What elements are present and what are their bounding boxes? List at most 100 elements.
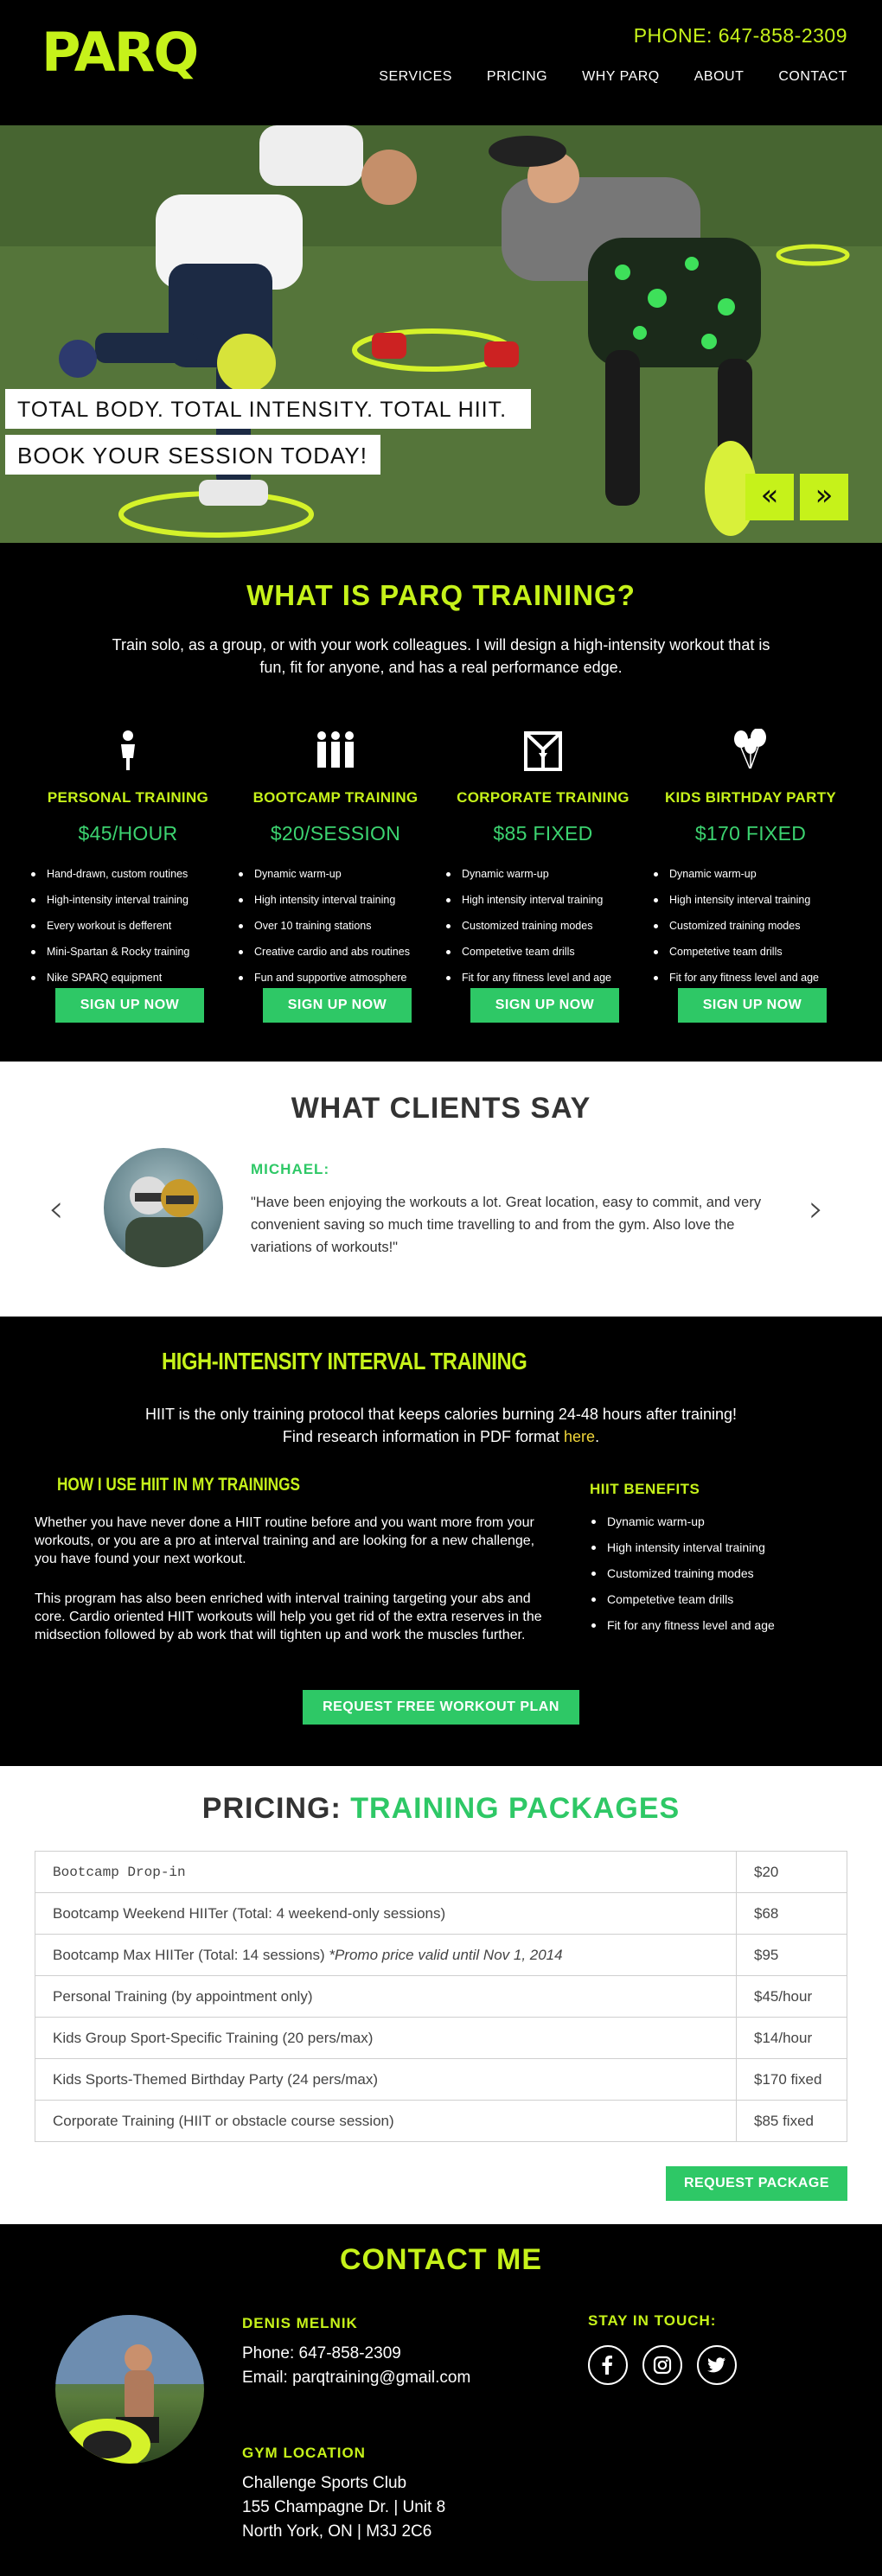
card-price: $170 FIXED (694, 822, 807, 845)
intro-line: HIIT is the only training protocol that … (144, 1406, 738, 1423)
list-item: Dynamic warm-up (590, 1508, 775, 1534)
hero-cta[interactable]: BOOK YOUR SESSION TODAY! (5, 435, 380, 475)
person-icon (24, 711, 232, 772)
list-item: High intensity interval training (446, 887, 647, 913)
group-icon (232, 711, 439, 772)
service-card-corporate: CORPORATE TRAINING $85 FIXED Dynamic war… (439, 711, 647, 1023)
list-item: Competetive team drills (446, 939, 647, 965)
client-name: MICHAEL: (251, 1161, 330, 1177)
request-workout-plan-button[interactable]: REQUEST FREE WORKOUT PLAN (303, 1690, 579, 1725)
parq-logo[interactable]: PARQ (42, 26, 199, 80)
list-item: High intensity interval training (654, 887, 854, 913)
trainer-name: DENIS MELNIK (242, 2315, 358, 2331)
slider-prev-button[interactable]: « (745, 474, 794, 520)
section-title: HIGH-INTENSITY INTERVAL TRAINING (162, 1348, 527, 1374)
table-row: Kids Sports-Themed Birthday Party (24 pe… (35, 2058, 847, 2101)
package-price: $14/hour (736, 2017, 847, 2059)
testimonials-section: WHAT CLIENTS SAY ‹ MICHAEL: "Have been e… (0, 1062, 882, 1317)
list-item: Competetive team drills (590, 1586, 775, 1612)
list-item: Creative cardio and abs routines (239, 939, 439, 965)
nav-contact[interactable]: CONTACT (778, 69, 847, 85)
package-name: Personal Training (by appointment only) (35, 1975, 737, 2018)
contact-section: CONTACT ME DENIS MELNIK Phone: 647-858-2… (0, 2224, 882, 2576)
intro-line: Find research information in PDF format … (86, 1425, 796, 1448)
table-row: Personal Training (by appointment only) $… (35, 1975, 847, 2018)
section-intro: Train solo, as a group, or with your wor… (112, 636, 770, 676)
contact-phone[interactable]: Phone: 647-858-2309 (242, 2342, 401, 2366)
package-name: Bootcamp Drop-in (35, 1851, 737, 1893)
testimonial-next-icon[interactable]: › (808, 1187, 824, 1231)
service-card-personal: PERSONAL TRAINING $45/HOUR Hand-drawn, c… (24, 711, 232, 1023)
table-row: Corporate Training (HIIT or obstacle cou… (35, 2100, 847, 2142)
twitter-icon[interactable] (697, 2345, 737, 2385)
list-item: High intensity interval training (239, 887, 439, 913)
nav-services[interactable]: SERVICES (379, 69, 452, 85)
request-package-button[interactable]: REQUEST PACKAGE (666, 2166, 847, 2201)
sign-up-button[interactable]: SIGN UP NOW (470, 988, 619, 1023)
list-item: Nike SPARQ equipment (31, 965, 232, 991)
list-item: Customized training modes (446, 913, 647, 939)
balloons-icon (647, 711, 854, 772)
section-title: CONTACT ME (339, 2243, 543, 2276)
list-item: High-intensity interval training (31, 887, 232, 913)
sign-up-button[interactable]: SIGN UP NOW (263, 988, 412, 1023)
nav-why-parq[interactable]: WHY PARQ (582, 69, 660, 85)
trainer-photo (55, 2315, 204, 2464)
sign-up-button[interactable]: SIGN UP NOW (678, 988, 827, 1023)
corporate-icon (439, 711, 647, 772)
card-price: $45/HOUR (78, 822, 178, 845)
title-prefix: PRICING: (201, 1792, 351, 1825)
client-avatar (104, 1148, 223, 1267)
card-title: PERSONAL TRAINING (47, 789, 209, 806)
nav-about[interactable]: ABOUT (694, 69, 745, 85)
section-title: WHAT IS PARQ TRAINING? (246, 579, 636, 611)
section-title: WHAT CLIENTS SAY (291, 1092, 591, 1125)
testimonial-prev-icon[interactable]: ‹ (48, 1187, 64, 1231)
feature-list: Dynamic warm-up High intensity interval … (232, 861, 439, 991)
package-price: $45/hour (736, 1975, 847, 2018)
list-item: Dynamic warm-up (446, 861, 647, 887)
pricing-section: PRICING: TRAINING PACKAGES Bootcamp Drop… (0, 1766, 882, 2224)
card-title: BOOTCAMP TRAINING (252, 789, 419, 806)
title-accent: TRAINING PACKAGES (350, 1792, 681, 1825)
stay-in-touch-title: STAY IN TOUCH: (588, 2312, 717, 2329)
list-item: Fun and supportive atmosphere (239, 965, 439, 991)
card-title: CORPORATE TRAINING (457, 789, 630, 806)
service-card-kids-party: KIDS BIRTHDAY PARTY $170 FIXED Dynamic w… (647, 711, 854, 1023)
hiit-section: HIGH-INTENSITY INTERVAL TRAINING HIIT is… (0, 1317, 882, 1766)
sign-up-button[interactable]: SIGN UP NOW (55, 988, 204, 1023)
list-item: Dynamic warm-up (239, 861, 439, 887)
package-price: $68 (736, 1892, 847, 1935)
feature-list: Dynamic warm-up High intensity interval … (647, 861, 854, 991)
pdf-link[interactable]: here (564, 1428, 595, 1445)
service-card-bootcamp: BOOTCAMP TRAINING $20/SESSION Dynamic wa… (232, 711, 439, 1023)
list-item: Fit for any fitness level and age (654, 965, 854, 991)
hiit-paragraph: This program has also been enriched with… (35, 1591, 542, 1642)
social-links (588, 2345, 737, 2385)
nav-pricing[interactable]: PRICING (487, 69, 547, 85)
benefits-list: Dynamic warm-up High intensity interval … (590, 1508, 775, 1638)
intro-punct: . (595, 1428, 600, 1445)
package-price: $20 (736, 1851, 847, 1893)
slider-next-button[interactable]: » (800, 474, 848, 520)
table-row: Bootcamp Max HIITer (Total: 14 sessions)… (35, 1934, 847, 1976)
list-item: High intensity interval training (590, 1534, 775, 1560)
package-name: Kids Sports-Themed Birthday Party (24 pe… (35, 2058, 737, 2101)
hero-banner: TOTAL BODY. TOTAL INTENSITY. TOTAL HIIT.… (0, 125, 882, 543)
contact-email[interactable]: Email: parqtraining@gmail.com (242, 2366, 470, 2390)
package-price: $95 (736, 1934, 847, 1976)
list-item: Mini-Spartan & Rocky training (31, 939, 232, 965)
list-item: Customized training modes (654, 913, 854, 939)
card-price: $20/SESSION (270, 822, 401, 845)
table-row: Kids Group Sport-Specific Training (20 p… (35, 2017, 847, 2059)
intro-text: Find research information in PDF format (282, 1428, 565, 1445)
header-phone[interactable]: PHONE: 647-858-2309 (634, 24, 847, 48)
table-row: Bootcamp Weekend HIITer (Total: 4 weeken… (35, 1892, 847, 1935)
package-name: Bootcamp Weekend HIITer (Total: 4 weeken… (35, 1892, 737, 1935)
facebook-icon[interactable] (588, 2345, 628, 2385)
list-item: Customized training modes (590, 1560, 775, 1586)
benefits-title: HIIT BENEFITS (590, 1481, 700, 1497)
what-is-parq-section: WHAT IS PARQ TRAINING? Train solo, as a … (0, 543, 882, 1062)
table-row: Bootcamp Drop-in $20 (35, 1851, 847, 1893)
instagram-icon[interactable] (642, 2345, 682, 2385)
